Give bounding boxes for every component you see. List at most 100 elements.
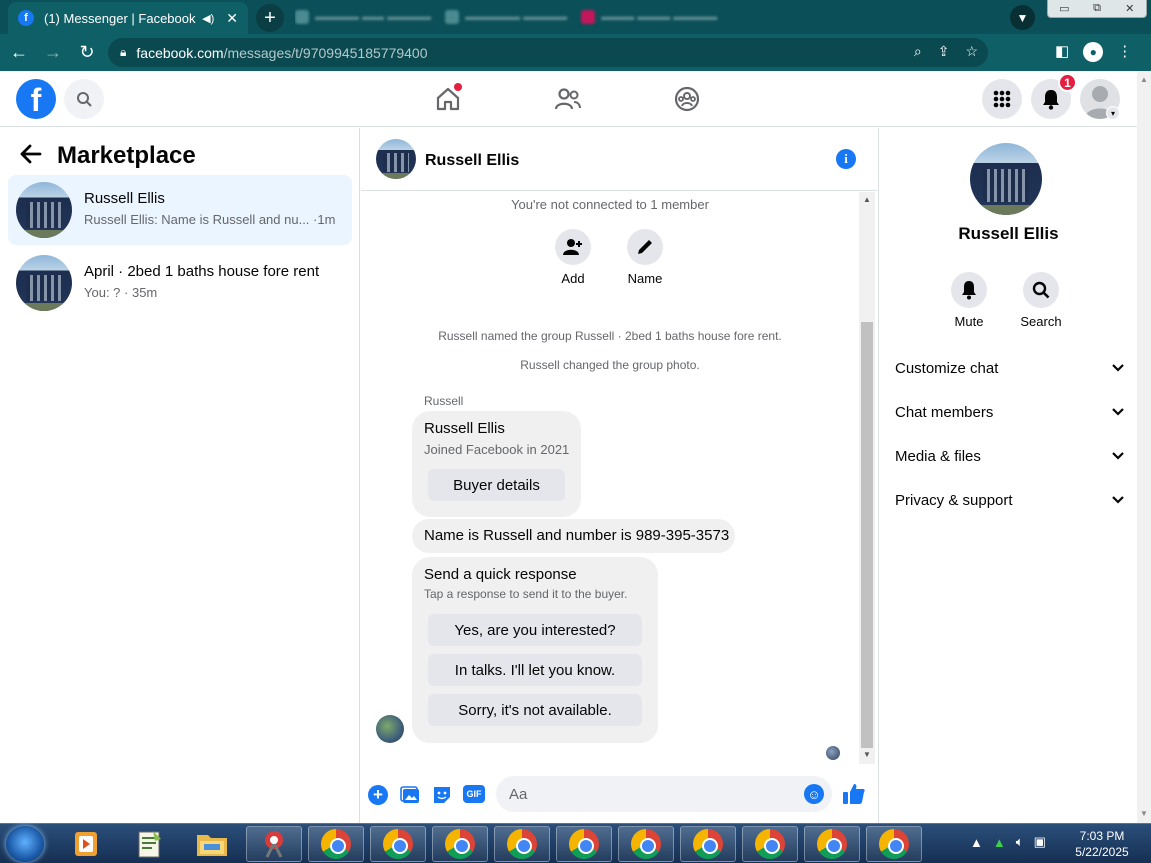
conversation-time: · 35m [124,285,158,300]
search-icon[interactable] [64,79,104,119]
conversation-preview: You: ? · 35m [84,285,158,300]
file-explorer-icon[interactable] [184,826,240,862]
close-window-button[interactable]: ✕ [1113,0,1146,17]
account-chevron-down-icon[interactable]: ▾ [1106,106,1120,120]
panel-title: Marketplace [57,142,196,169]
attach-photo-icon[interactable] [400,785,420,805]
taskbar-clock[interactable]: 7:03 PM 5/22/2025 [1070,828,1134,860]
chat-scrollbar[interactable]: ▲ ▼ [859,192,875,764]
add-member-button[interactable]: Add [543,229,603,286]
media-player-icon[interactable] [58,826,114,862]
emoji-icon[interactable]: ☺ [804,784,824,804]
chrome-window-icon[interactable] [618,826,674,862]
back-arrow-icon[interactable] [20,144,42,170]
background-tab[interactable]: ▬▬▬▬ ▬▬ ▬▬▬▬ [295,10,431,24]
friends-icon[interactable] [552,83,584,115]
system-message: Russell changed the group photo. [520,358,700,372]
url-path: /messages/t/9709945185779400 [223,44,428,61]
conversation-item-april[interactable]: April · 2bed 1 baths house fore rent You… [8,248,352,318]
chat-panel: Russell Ellis i You're not connected to … [361,128,877,823]
sender-avatar[interactable] [376,715,404,743]
scroll-up-arrow-icon[interactable]: ▲ [863,195,871,204]
sticker-icon[interactable] [432,785,452,805]
gif-icon[interactable]: GIF [463,785,485,803]
quick-response-option[interactable]: In talks. I'll let you know. [428,654,642,686]
quick-response-option[interactable]: Sorry, it's not available. [428,694,642,726]
name-group-button[interactable]: Name [615,229,675,286]
section-chat-members[interactable]: Chat members [887,392,1127,432]
chrome-window-icon[interactable] [308,826,364,862]
name-group-label: Name [627,271,663,286]
clock-date: 5/22/2025 [1075,845,1129,859]
profile-icon[interactable]: ● [1083,42,1104,62]
like-thumbs-up-icon[interactable] [842,783,868,807]
chrome-window-icon[interactable] [494,826,550,862]
tab-search-chevron-icon[interactable]: ▼ [1010,5,1035,30]
groups-icon[interactable] [671,83,703,115]
add-person-icon [555,229,591,265]
scroll-down-arrow-icon[interactable]: ▼ [1140,809,1148,818]
side-panel-icon[interactable]: ◧ [1055,42,1069,62]
reload-icon[interactable]: ↻ [72,42,102,63]
facebook-logo-icon[interactable]: f [16,79,56,119]
network-icon[interactable]: ▣ [1034,834,1046,850]
tray-app-icon[interactable]: ▲ [993,835,1006,850]
sender-label: Russell [424,394,464,408]
info-icon[interactable]: i [836,149,856,169]
share-icon[interactable]: ⇪ [938,43,950,60]
details-avatar[interactable] [970,143,1042,215]
message-input[interactable]: Aa [496,776,832,812]
background-tabs: ▬▬▬▬ ▬▬ ▬▬▬▬ ▬▬▬▬▬ ▬▬▬▬ ▬▬▬ ▬▬▬ ▬▬▬▬ [295,8,995,26]
restore-button[interactable]: ⧉ [1081,0,1114,17]
tab-close-icon[interactable]: ✕ [226,10,238,27]
search-in-chat-button[interactable]: Search [1011,272,1071,329]
bookmark-star-icon[interactable]: ☆ [965,43,978,60]
profile-card-bubble: Russell Ellis Joined Facebook in 2021 Bu… [412,411,581,517]
chat-avatar[interactable] [376,139,416,179]
clock-time: 7:03 PM [1079,829,1125,843]
section-customize-chat[interactable]: Customize chat [887,348,1127,388]
conversation-name: Russell Ellis [84,190,165,207]
chrome-window-icon[interactable] [680,826,736,862]
message-list: You're not connected to 1 member Add Nam… [361,192,859,764]
chrome-window-icon[interactable] [556,826,612,862]
lock-icon[interactable]: 🔒︎ [120,45,126,60]
forward-arrow-icon[interactable]: → [38,42,68,63]
page-scrollbar[interactable]: ▲ ▼ [1137,71,1151,823]
chrome-window-icon[interactable] [370,826,426,862]
section-media-files[interactable]: Media & files [887,436,1127,476]
new-tab-button[interactable]: + [256,4,284,32]
more-actions-plus-icon[interactable]: + [368,785,388,805]
chrome-window-icon[interactable] [804,826,860,862]
notepad-plus-icon[interactable] [121,826,177,862]
chrome-window-icon[interactable] [866,826,922,862]
conversation-time: ·1m [313,212,336,227]
home-icon[interactable] [432,83,464,115]
tray-expand-arrow-icon[interactable]: ▲ [970,835,983,850]
back-arrow-icon[interactable]: ← [4,42,34,63]
buyer-details-button[interactable]: Buyer details [428,469,565,501]
snipping-tool-icon[interactable] [246,826,302,862]
menu-grid-icon[interactable] [982,79,1022,119]
start-button[interactable] [6,826,44,862]
chat-scrollbar-thumb[interactable] [861,322,873,748]
browser-menu-icon[interactable]: ⋮ [1117,42,1132,62]
minimize-button[interactable]: ▭ [1048,0,1081,17]
quick-response-option[interactable]: Yes, are you interested? [428,614,642,646]
chrome-window-icon[interactable] [742,826,798,862]
section-privacy-support[interactable]: Privacy & support [887,480,1127,520]
background-tab[interactable]: ▬▬▬▬▬ ▬▬▬▬ [445,10,567,24]
chat-header: Russell Ellis i [361,128,877,191]
browser-tab-messenger[interactable]: f (1) Messenger | Facebook ◀) ✕ [8,2,248,34]
scroll-up-arrow-icon[interactable]: ▲ [1140,75,1148,84]
zoom-search-icon[interactable]: ⌕ [914,43,922,60]
speaker-icon[interactable]: ◀) [202,12,214,25]
chrome-window-icon[interactable] [432,826,488,862]
mute-button[interactable]: Mute [939,272,999,329]
chat-title[interactable]: Russell Ellis [425,152,519,170]
volume-icon[interactable]: 🔈︎ [1016,834,1024,850]
scroll-down-arrow-icon[interactable]: ▼ [863,750,871,759]
address-bar[interactable]: 🔒︎ facebook.com/messages/t/9709945185779… [108,38,988,67]
background-tab[interactable]: ▬▬▬ ▬▬▬ ▬▬▬▬ [581,10,717,24]
conversation-item-russell-ellis[interactable]: Russell Ellis Russell Ellis: Name is Rus… [8,175,352,245]
